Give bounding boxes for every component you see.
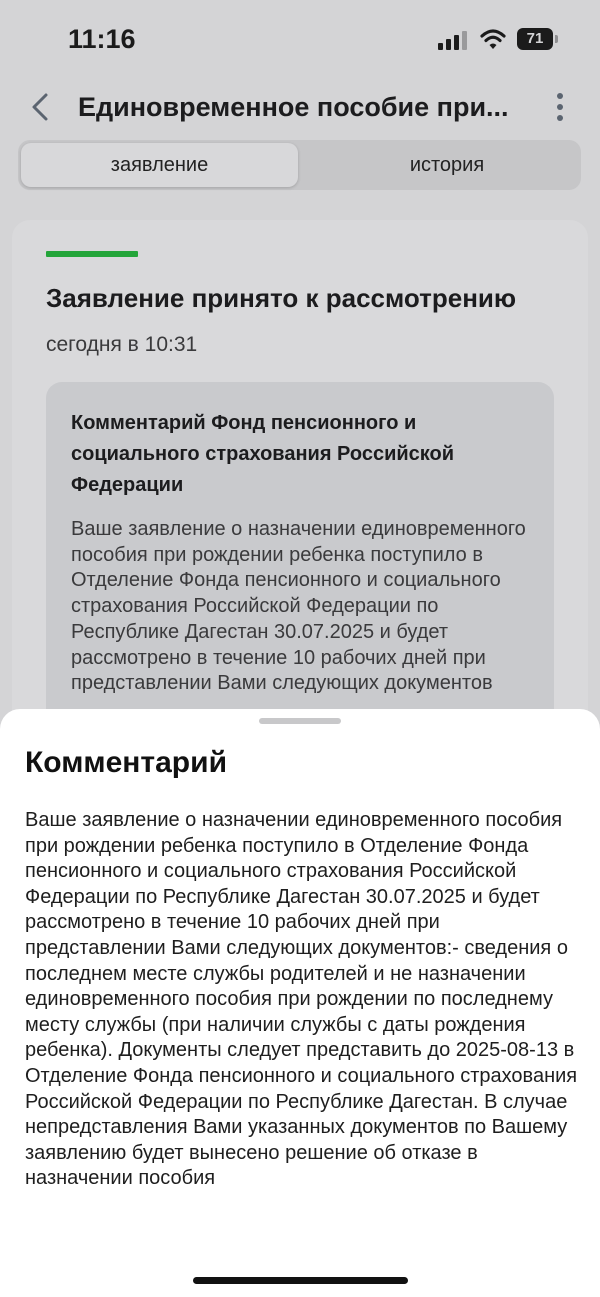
tab-switcher: заявление история	[18, 140, 581, 190]
comment-preview-text: Ваше заявление о назначении единовременн…	[71, 518, 526, 695]
status-bar: 11:16 71	[0, 0, 600, 80]
status-time: 11:16	[68, 24, 136, 54]
status-indicator-bar	[46, 251, 138, 257]
battery-icon: 71	[517, 28, 559, 50]
comment-bottom-sheet: Комментарий Ваше заявление о назначении …	[0, 709, 600, 1297]
tab-application[interactable]: заявление	[21, 143, 298, 187]
more-vertical-icon[interactable]	[548, 92, 572, 122]
sheet-grabber-handle[interactable]	[259, 718, 341, 724]
sheet-comment-text: Ваше заявление о назначении единовременн…	[25, 809, 578, 1190]
battery-tip	[555, 35, 558, 43]
status-date: сегодня в 10:31	[46, 333, 198, 356]
comment-heading: Комментарий Фонд пенсионного и социально…	[71, 412, 455, 496]
status-title: Заявление принято к рассмотрению	[46, 283, 517, 313]
back-chevron-icon[interactable]	[28, 92, 52, 122]
sheet-title: Комментарий	[25, 746, 228, 779]
wifi-icon	[480, 29, 506, 49]
navigation-bar: Единовременное пособие при...	[0, 80, 600, 135]
home-indicator[interactable]	[193, 1277, 408, 1284]
page-title: Единовременное пособие при...	[78, 92, 509, 122]
cellular-signal-icon	[438, 31, 467, 50]
battery-level: 71	[517, 28, 553, 50]
tab-history[interactable]: история	[316, 143, 578, 187]
application-status-card: Заявление принято к рассмотрению сегодня…	[12, 220, 588, 782]
